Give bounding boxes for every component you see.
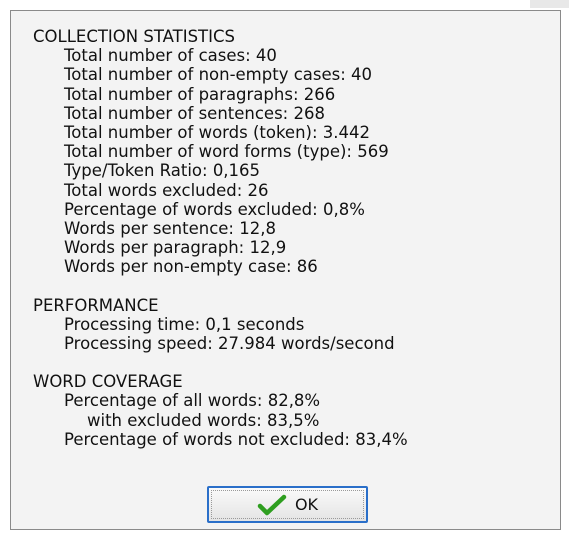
stat-words-token: Total number of words (token): 3.442 bbox=[64, 123, 371, 143]
stat-words-per-paragraph: Words per paragraph: 12,9 bbox=[64, 238, 287, 258]
performance-heading: PERFORMANCE bbox=[33, 295, 159, 315]
stat-percentage-excluded: Percentage of words excluded: 0,8% bbox=[64, 199, 365, 219]
stat-sentences: Total number of sentences: 268 bbox=[64, 103, 325, 123]
stat-processing-speed: Processing speed: 27.984 words/second bbox=[64, 334, 395, 354]
stat-words-per-case: Words per non-empty case: 86 bbox=[64, 257, 318, 277]
window-edge bbox=[530, 0, 569, 8]
focus-rectangle bbox=[211, 490, 364, 519]
stat-words-per-sentence: Words per sentence: 12,8 bbox=[64, 219, 276, 239]
stat-type-token-ratio: Type/Token Ratio: 0,165 bbox=[64, 161, 261, 181]
stat-coverage-with-excluded: with excluded words: 83,5% bbox=[87, 410, 320, 430]
stat-non-empty-cases: Total number of non-empty cases: 40 bbox=[64, 65, 373, 85]
stat-coverage-all-words: Percentage of all words: 82,8% bbox=[64, 391, 321, 411]
stat-words-excluded: Total words excluded: 26 bbox=[64, 180, 269, 200]
word-coverage-heading: WORD COVERAGE bbox=[33, 372, 183, 392]
stat-coverage-not-excluded: Percentage of words not excluded: 83,4% bbox=[64, 429, 408, 449]
stat-paragraphs: Total number of paragraphs: 266 bbox=[64, 84, 336, 104]
stat-processing-time: Processing time: 0,1 seconds bbox=[64, 314, 305, 334]
checkmark-icon bbox=[257, 494, 287, 516]
collection-statistics-heading: COLLECTION STATISTICS bbox=[33, 27, 235, 46]
ok-button[interactable]: OK bbox=[207, 486, 368, 523]
stat-word-forms-type: Total number of word forms (type): 569 bbox=[64, 142, 389, 162]
statistics-report: COLLECTION STATISTICS Total number of ca… bbox=[33, 27, 550, 449]
stat-total-cases: Total number of cases: 40 bbox=[64, 46, 277, 66]
statistics-dialog: COLLECTION STATISTICS Total number of ca… bbox=[10, 10, 561, 530]
